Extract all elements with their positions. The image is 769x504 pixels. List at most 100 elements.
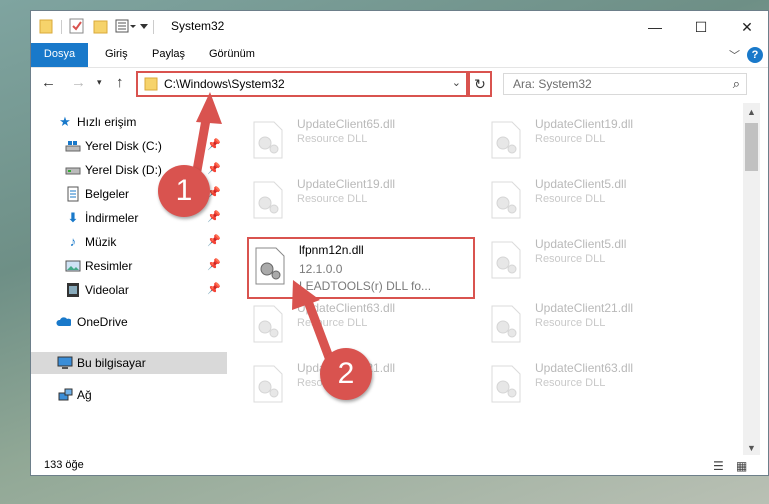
sidebar-item-resimler[interactable]: Resimler 📌 xyxy=(31,255,227,277)
file-name: UpdateClient5.dll xyxy=(535,237,627,251)
tab-paylas[interactable]: Paylaş xyxy=(152,43,185,67)
dll-file-icon xyxy=(491,121,521,159)
document-icon xyxy=(67,186,79,202)
item-count: 133 öğe xyxy=(44,459,84,471)
network-icon xyxy=(58,388,73,401)
file-item[interactable]: UpdateClient21.dll Resource DLL xyxy=(485,297,705,347)
pin-icon[interactable]: 📌 xyxy=(207,234,221,247)
file-description: Resource DLL xyxy=(535,377,606,389)
pictures-icon xyxy=(65,260,81,272)
file-name: UpdateClient63.dll xyxy=(297,301,396,315)
tab-giris[interactable]: Giriş xyxy=(105,43,128,67)
toolbar-separator xyxy=(61,20,62,34)
address-dropdown-icon[interactable]: ⌄ xyxy=(452,76,461,89)
sidebar-item-label: Videolar xyxy=(85,283,129,297)
new-folder-icon[interactable] xyxy=(93,18,109,34)
sidebar-item-label: İndirmeler xyxy=(85,211,139,225)
music-icon: ♪ xyxy=(69,234,77,249)
large-icons-view-icon[interactable]: ▦ xyxy=(736,459,747,473)
pin-icon[interactable]: 📌 xyxy=(207,162,221,175)
file-item[interactable]: UpdateClient19.dll Resource DLL xyxy=(247,173,467,223)
file-description: Resource DLL xyxy=(535,253,606,265)
scroll-up-icon[interactable]: ▲ xyxy=(743,107,760,117)
sidebar-item-muzik[interactable]: ♪ Müzik 📌 xyxy=(31,231,227,253)
dll-file-icon xyxy=(253,365,283,403)
details-view-icon[interactable]: ☰ xyxy=(713,459,724,473)
sidebar-item-label: Belgeler xyxy=(85,187,130,201)
sidebar-item-onedrive[interactable]: OneDrive xyxy=(31,311,227,333)
file-name: UpdateClient65.dll xyxy=(297,117,396,131)
chevron-down-icon[interactable] xyxy=(139,21,149,31)
properties-icon[interactable] xyxy=(69,18,85,34)
help-button[interactable]: ? xyxy=(747,47,763,63)
file-item[interactable]: UpdateClient63.dll Resource DLL xyxy=(247,297,467,347)
title-bar: System32 — ☐ ✕ xyxy=(31,11,768,43)
dll-file-icon xyxy=(253,305,283,343)
file-name: UpdateClient5.dll xyxy=(535,177,627,191)
file-item[interactable]: UpdateClient19.dll Resource DLL xyxy=(485,113,705,163)
file-item[interactable]: UpdateClient63.dll Resource DLL xyxy=(485,357,705,407)
drive-icon xyxy=(65,167,81,175)
file-list: UpdateClient65.dll Resource DLL UpdateCl… xyxy=(227,103,743,453)
file-description: Resource DLL xyxy=(535,133,606,145)
ribbon-expand-icon[interactable]: ﹀ xyxy=(729,47,740,63)
sidebar-item-label: OneDrive xyxy=(77,315,128,329)
dll-file-icon xyxy=(491,241,521,279)
file-item[interactable]: UpdateClient65.dll Resource DLL xyxy=(247,113,467,163)
folder-icon xyxy=(39,19,53,34)
recent-locations-chevron-icon[interactable]: ▾ xyxy=(97,77,102,88)
file-description: Resource DLL xyxy=(535,317,606,329)
file-name: UpdateClient63.dll xyxy=(535,361,634,375)
dll-file-icon xyxy=(491,181,521,219)
file-name: UpdateClient21.dll xyxy=(535,301,634,315)
dll-file-icon xyxy=(253,121,283,159)
sidebar-item-label: Yerel Disk (D:) xyxy=(85,163,162,177)
sidebar-item-quick-access[interactable]: ★ Hızlı erişim xyxy=(31,111,227,133)
sidebar-item-label: Müzik xyxy=(85,235,117,249)
pin-icon[interactable]: 📌 xyxy=(207,258,221,271)
sidebar-item-label: Ağ xyxy=(77,388,92,402)
sidebar-item-local-disk-c[interactable]: Yerel Disk (C:) 📌 xyxy=(31,135,227,157)
pin-icon[interactable]: 📌 xyxy=(207,138,221,151)
search-box[interactable]: Ara: System32 ⌕ xyxy=(503,73,747,95)
sidebar-item-label: Yerel Disk (C:) xyxy=(85,139,162,153)
tab-gorunum[interactable]: Görünüm xyxy=(209,43,255,67)
file-item[interactable]: UpdateClient5.dll Resource DLL xyxy=(485,173,705,223)
tab-dosya[interactable]: Dosya xyxy=(31,43,88,67)
file-item-lfpnm12n[interactable]: lfpnm12n.dll 12.1.0.0 LEADTOOLS(r) DLL f… xyxy=(247,237,475,299)
file-version: 12.1.0.0 xyxy=(299,262,343,276)
address-path[interactable]: C:\Windows\System32 xyxy=(164,77,285,91)
sidebar-item-label: Bu bilgisayar xyxy=(77,356,146,370)
ribbon-divider xyxy=(31,67,768,68)
folder-icon xyxy=(144,77,158,91)
search-icon[interactable]: ⌕ xyxy=(733,76,740,92)
scrollbar-thumb[interactable] xyxy=(745,123,758,171)
vertical-scrollbar[interactable]: ▲ ▼ xyxy=(743,103,760,455)
minimize-button[interactable]: — xyxy=(632,11,678,43)
search-placeholder[interactable]: Ara: System32 xyxy=(513,77,592,91)
back-arrow-icon[interactable]: ← xyxy=(41,74,56,91)
address-bar[interactable]: C:\Windows\System32 ⌄ xyxy=(136,71,468,97)
refresh-button[interactable]: ↻ xyxy=(468,71,492,97)
sidebar-item-this-pc[interactable]: Bu bilgisayar xyxy=(31,352,227,374)
customize-toolbar-icon[interactable] xyxy=(115,18,137,34)
navigation-pane: ★ Hızlı erişim Yerel Disk (C:) 📌 Yerel D… xyxy=(31,103,227,455)
pin-icon[interactable]: 📌 xyxy=(207,282,221,295)
maximize-button[interactable]: ☐ xyxy=(678,11,724,43)
forward-arrow-icon[interactable]: → xyxy=(71,74,86,91)
window-title: System32 xyxy=(171,19,225,33)
up-arrow-icon[interactable]: ↑ xyxy=(116,74,124,91)
pin-icon[interactable]: 📌 xyxy=(207,210,221,223)
close-button[interactable]: ✕ xyxy=(724,11,768,43)
status-bar: 133 öğe ☰ ▦ xyxy=(31,455,768,475)
sidebar-item-videolar[interactable]: Videolar 📌 xyxy=(31,279,227,301)
sidebar-item-network[interactable]: Ağ xyxy=(31,384,227,406)
file-description: Resource DLL xyxy=(297,317,368,329)
file-name: UpdateClient19.dll xyxy=(535,117,634,131)
scroll-down-icon[interactable]: ▼ xyxy=(743,443,760,453)
file-description: Resource DLL xyxy=(297,193,368,205)
ribbon-tabs: Dosya Giriş Paylaş Görünüm xyxy=(31,43,768,67)
file-item[interactable]: UpdateClient5.dll Resource DLL xyxy=(485,233,705,283)
download-icon: ⬇ xyxy=(67,210,79,225)
file-explorer-window: System32 — ☐ ✕ Dosya Giriş Paylaş Görünü… xyxy=(30,10,769,476)
